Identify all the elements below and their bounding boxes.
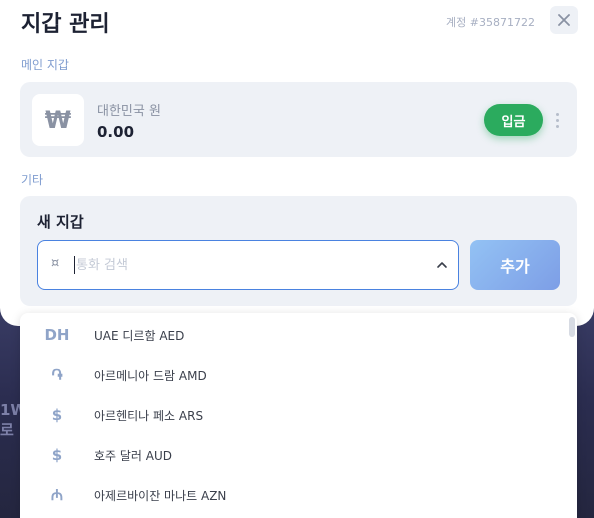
dollar-icon: $: [51, 406, 63, 424]
wallet-management-modal: 지갑 관리 계정 #35871722 메인 지갑 ₩ 대한민국 원 0.00 입…: [0, 0, 594, 326]
currency-option-ars[interactable]: $ 아르헨티나 페소 ARS: [20, 395, 560, 435]
currency-search-box[interactable]: ¤: [37, 240, 459, 290]
currency-sign-icon: ¤: [51, 256, 60, 271]
new-wallet-title: 새 지갑: [37, 213, 84, 231]
currency-option-label: 아제르바이잔 마나트 AZN: [94, 488, 227, 503]
currency-option-amd[interactable]: ֏ 아르메니아 드람 AMD: [20, 355, 560, 395]
dollar-icon: $: [51, 446, 63, 464]
wallet-balance: 0.00: [97, 123, 135, 141]
text-caret: [74, 256, 75, 274]
wallet-currency-name: 대한민국 원: [97, 104, 161, 119]
dirham-icon: DH: [44, 326, 70, 344]
currency-option-label: 아르메니아 드람 AMD: [94, 368, 207, 383]
dram-icon: ֏: [51, 366, 63, 384]
modal-title: 지갑 관리: [21, 12, 110, 37]
currency-option-aud[interactable]: $ 호주 달러 AUD: [20, 435, 560, 475]
deposit-button[interactable]: 입금: [484, 104, 543, 136]
chevron-up-icon[interactable]: [436, 261, 448, 269]
currency-dropdown: DH UAE 디르함 AED ֏ 아르메니아 드람 AMD $ 아르헨티나 페소…: [20, 313, 577, 518]
main-wallet-section-label: 메인 지갑: [21, 58, 69, 72]
new-wallet-card: 새 지갑 ¤ 추가: [20, 196, 577, 306]
currency-option-azn[interactable]: ₼ 아제르바이잔 마나트 AZN: [20, 475, 560, 515]
more-vertical-icon[interactable]: [549, 108, 565, 132]
account-number: 계정 #35871722: [446, 16, 535, 29]
close-button[interactable]: [550, 6, 578, 34]
currency-option-label: 아르헨티나 페소 ARS: [94, 408, 204, 423]
currency-option-label: 호주 달러 AUD: [94, 448, 173, 463]
currency-option-label: UAE 디르함 AED: [94, 328, 185, 343]
add-wallet-button[interactable]: 추가: [470, 240, 560, 290]
currency-search-input[interactable]: [76, 253, 416, 277]
currency-option-aed[interactable]: DH UAE 디르함 AED: [20, 315, 560, 355]
main-wallet-card: ₩ 대한민국 원 0.00 입금: [20, 82, 577, 157]
dropdown-scrollbar[interactable]: [569, 317, 575, 337]
manat-icon: ₼: [50, 486, 64, 504]
close-icon: [558, 14, 570, 26]
other-section-label: 기타: [21, 173, 44, 187]
krw-currency-icon: ₩: [32, 94, 84, 146]
background-partial-text: 1W 로: [0, 401, 20, 439]
